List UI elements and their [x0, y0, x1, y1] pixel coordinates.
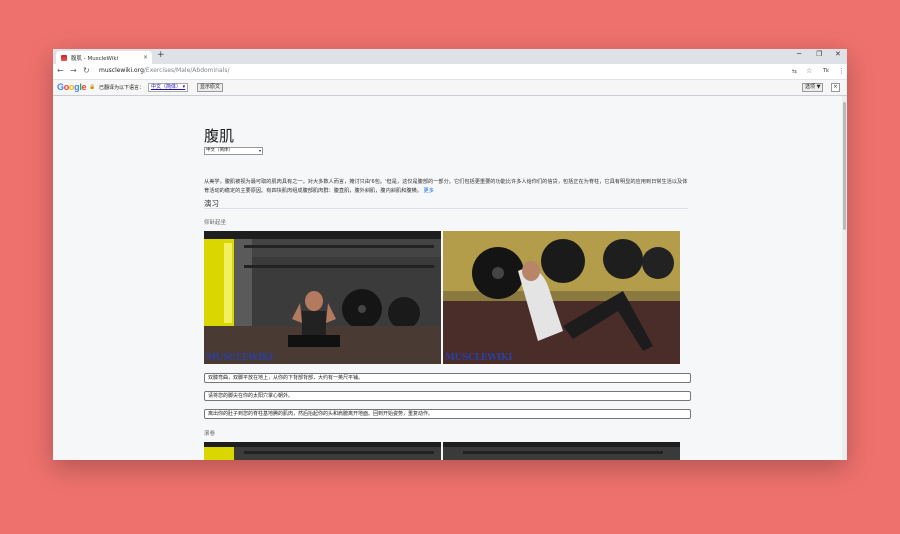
scrollbar-thumb[interactable] [843, 102, 846, 230]
google-logo: Google [57, 82, 87, 92]
back-button[interactable]: ← [57, 66, 64, 75]
exercise-step: 离出你的肚子到您的脊柱基地腾的肌肉，然后抬起你的头和肩膀离开地面。回到开始姿势，… [204, 409, 691, 419]
menu-kebab-icon[interactable]: ⋮ [838, 67, 845, 75]
exercise-image-start: MUSCLEWIKI [204, 231, 441, 364]
new-tab-button[interactable]: + [157, 50, 165, 60]
maximize-button[interactable]: ❐ [816, 50, 822, 58]
minimize-button[interactable]: ─ [797, 50, 801, 58]
more-link[interactable]: 更多 [424, 188, 434, 194]
url-host: musclewiki.org [99, 67, 144, 74]
exercise-name: 仰卧起坐 [204, 220, 227, 226]
exercise-step: 请将您的脚尖在你的太阳穴掌心朝外。 [204, 391, 691, 401]
account-avatar[interactable]: Tk [823, 68, 829, 74]
muscle-description: 从美学，腹肌被视为最可取的肌肉具有之一。对大多数人而言，掩讨只由'6包。'但是，… [204, 179, 688, 194]
lock-icon: 🔒 [89, 84, 96, 90]
show-original-button[interactable]: 显示原文 [197, 83, 224, 92]
exercise-image-end: MUSCLEWIKI [443, 231, 680, 364]
google-translate-bar: Google 🔒 已翻译为以下语言： 中文（简体） ▾ 显示原文 选项 ▼ × [53, 80, 847, 96]
tab-musclewiki[interactable]: 腹肌 - MuscleWiki × [56, 51, 152, 64]
exercise-images: MUSCLEWIKI MUSCLEWIKI [204, 231, 680, 364]
url-path: /Exercises/Male/Abdominals/ [143, 67, 230, 74]
browser-window: 腹肌 - MuscleWiki × + ─ ❐ ✕ ← → ↻ musclewi… [53, 49, 847, 460]
tab-strip: 腹肌 - MuscleWiki × + ─ ❐ ✕ [53, 49, 847, 64]
address-bar[interactable]: musclewiki.org/Exercises/Male/Abdominals… [99, 67, 229, 74]
page-title: 腹肌 [204, 127, 235, 145]
exercise-image-end [443, 442, 680, 460]
translated-label: 已翻译为以下语言： [99, 85, 145, 91]
watermark-logo: MUSCLEWIKI [445, 353, 513, 363]
forward-button[interactable]: → [70, 66, 77, 75]
reload-button[interactable]: ↻ [83, 66, 90, 75]
exercise-images [204, 442, 680, 460]
target-language-select[interactable]: 中文（简体） ▾ [148, 83, 189, 92]
divider [204, 208, 688, 209]
chevron-down-icon: ▾ [258, 148, 261, 153]
close-window-button[interactable]: ✕ [835, 50, 841, 58]
exercise-step: 双膝弯曲，双脚平放在地上，从你的下背部背部，大约有一英尺平铺。 [204, 373, 691, 383]
page-scrollbar[interactable] [842, 96, 847, 460]
language-select[interactable]: 中文（简体） ▾ [204, 147, 263, 155]
chevron-down-icon: ▾ [182, 84, 186, 90]
browser-toolbar: ← → ↻ musclewiki.org/Exercises/Male/Abdo… [53, 64, 847, 80]
site-favicon-icon [61, 54, 67, 61]
page-viewport: 腹肌 中文（简体） ▾ 从美学，腹肌被视为最可取的肌肉具有之一。对大多数人而言，… [53, 96, 847, 460]
translate-close-button[interactable]: × [831, 83, 840, 92]
bookmark-star-icon[interactable]: ☆ [806, 67, 812, 75]
translate-icon[interactable]: ⇆ [792, 68, 797, 75]
tab-close-icon[interactable]: × [143, 54, 148, 61]
tab-title: 腹肌 - MuscleWiki [71, 55, 119, 62]
exercise-name: 滚卷 [204, 431, 216, 437]
exercise-image-start [204, 442, 441, 460]
watermark-logo: MUSCLEWIKI [206, 353, 274, 363]
translate-options-button[interactable]: 选项 ▼ [802, 83, 824, 92]
